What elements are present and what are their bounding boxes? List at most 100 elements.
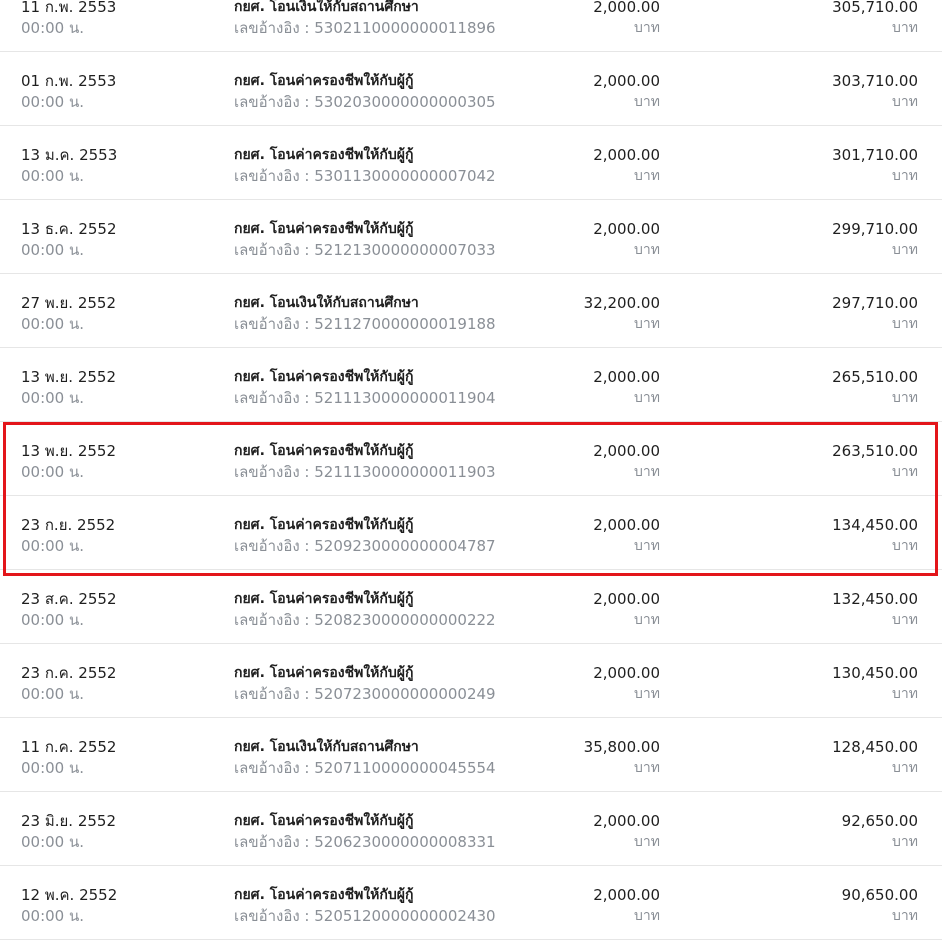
transaction-row[interactable]: 11 ก.ค. 2552 00:00 น. กยศ. โอนเงินให้กับ…: [0, 718, 942, 792]
transaction-description: กยศ. โอนเงินให้กับสถานศึกษา: [234, 0, 419, 15]
transaction-reference: เลขอ้างอิง : 5302110000000011896: [234, 19, 496, 37]
transaction-reference: เลขอ้างอิง : 5302030000000000305: [234, 93, 496, 111]
transaction-time: 00:00 น.: [21, 315, 85, 333]
transaction-balance-unit: บาท: [892, 834, 918, 850]
transaction-reference: เลขอ้างอิง : 5211270000000019188: [234, 315, 496, 333]
transaction-balance: 134,450.00: [832, 516, 918, 534]
transaction-row[interactable]: 11 ก.พ. 2553 00:00 น. กยศ. โอนเงินให้กับ…: [0, 0, 942, 52]
transaction-amount-unit: บาท: [634, 94, 660, 110]
transaction-date: 13 ม.ค. 2553: [21, 146, 118, 164]
transaction-description: กยศ. โอนค่าครองชีพให้กับผู้กู้: [234, 591, 414, 607]
transaction-amount-unit: บาท: [634, 316, 660, 332]
transaction-description: กยศ. โอนค่าครองชีพให้กับผู้กู้: [234, 369, 414, 385]
transaction-description: กยศ. โอนค่าครองชีพให้กับผู้กู้: [234, 147, 414, 163]
transaction-date: 12 พ.ค. 2552: [21, 886, 118, 904]
transaction-description: กยศ. โอนค่าครองชีพให้กับผู้กู้: [234, 813, 414, 829]
transaction-balance: 263,510.00: [832, 442, 918, 460]
transaction-reference: เลขอ้างอิง : 5207230000000000249: [234, 685, 496, 703]
transaction-row[interactable]: 13 ธ.ค. 2552 00:00 น. กยศ. โอนค่าครองชีพ…: [0, 200, 942, 274]
transaction-time: 00:00 น.: [21, 611, 85, 629]
transaction-description: กยศ. โอนค่าครองชีพให้กับผู้กู้: [234, 887, 414, 903]
transaction-balance-unit: บาท: [892, 538, 918, 554]
transaction-amount-unit: บาท: [634, 834, 660, 850]
transaction-amount-unit: บาท: [634, 686, 660, 702]
transaction-balance-unit: บาท: [892, 168, 918, 184]
transaction-amount: 32,200.00: [583, 294, 660, 312]
transaction-time: 00:00 น.: [21, 463, 85, 481]
transaction-list: 11 ก.พ. 2553 00:00 น. กยศ. โอนเงินให้กับ…: [0, 0, 942, 940]
transaction-date: 13 พ.ย. 2552: [21, 368, 117, 386]
transaction-amount-unit: บาท: [634, 242, 660, 258]
transaction-balance-unit: บาท: [892, 686, 918, 702]
transaction-balance: 128,450.00: [832, 738, 918, 756]
transaction-amount: 2,000.00: [593, 146, 660, 164]
transaction-time: 00:00 น.: [21, 759, 85, 777]
transaction-row[interactable]: 13 ม.ค. 2553 00:00 น. กยศ. โอนค่าครองชีพ…: [0, 126, 942, 200]
transaction-description: กยศ. โอนเงินให้กับสถานศึกษา: [234, 295, 419, 311]
transaction-description: กยศ. โอนค่าครองชีพให้กับผู้กู้: [234, 517, 414, 533]
transaction-date: 13 ธ.ค. 2552: [21, 220, 117, 238]
transaction-date: 13 พ.ย. 2552: [21, 442, 117, 460]
transaction-date: 23 มิ.ย. 2552: [21, 812, 117, 830]
transaction-time: 00:00 น.: [21, 241, 85, 259]
transaction-balance: 303,710.00: [832, 72, 918, 90]
transaction-date: 11 ก.ค. 2552: [21, 738, 117, 756]
transaction-row[interactable]: 27 พ.ย. 2552 00:00 น. กยศ. โอนเงินให้กับ…: [0, 274, 942, 348]
transaction-amount: 2,000.00: [593, 0, 660, 16]
transaction-description: กยศ. โอนค่าครองชีพให้กับผู้กู้: [234, 73, 414, 89]
transaction-amount-unit: บาท: [634, 538, 660, 554]
transaction-reference: เลขอ้างอิง : 5212130000000007033: [234, 241, 496, 259]
transaction-amount: 2,000.00: [593, 516, 660, 534]
transaction-reference: เลขอ้างอิง : 5209230000000004787: [234, 537, 496, 555]
transaction-reference: เลขอ้างอิง : 5211130000000011903: [234, 463, 496, 481]
transaction-row[interactable]: 23 ก.ค. 2552 00:00 น. กยศ. โอนค่าครองชีพ…: [0, 644, 942, 718]
transaction-row[interactable]: 23 ก.ย. 2552 00:00 น. กยศ. โอนค่าครองชีพ…: [0, 496, 942, 570]
transaction-balance-unit: บาท: [892, 20, 918, 36]
transaction-balance: 265,510.00: [832, 368, 918, 386]
transaction-amount: 2,000.00: [593, 812, 660, 830]
transaction-amount-unit: บาท: [634, 464, 660, 480]
transaction-time: 00:00 น.: [21, 93, 85, 111]
transaction-date: 23 ก.ค. 2552: [21, 664, 117, 682]
transaction-amount-unit: บาท: [634, 20, 660, 36]
transaction-balance-unit: บาท: [892, 464, 918, 480]
transaction-row[interactable]: 13 พ.ย. 2552 00:00 น. กยศ. โอนค่าครองชีพ…: [0, 348, 942, 422]
transaction-time: 00:00 น.: [21, 167, 85, 185]
transaction-row[interactable]: 13 พ.ย. 2552 00:00 น. กยศ. โอนค่าครองชีพ…: [0, 422, 942, 496]
transaction-balance: 92,650.00: [841, 812, 918, 830]
transaction-description: กยศ. โอนค่าครองชีพให้กับผู้กู้: [234, 443, 414, 459]
transaction-time: 00:00 น.: [21, 389, 85, 407]
transaction-amount: 2,000.00: [593, 664, 660, 682]
transaction-amount: 2,000.00: [593, 72, 660, 90]
transaction-amount-unit: บาท: [634, 908, 660, 924]
transaction-reference: เลขอ้างอิง : 5206230000000008331: [234, 833, 496, 851]
transaction-row[interactable]: 01 ก.พ. 2553 00:00 น. กยศ. โอนค่าครองชีพ…: [0, 52, 942, 126]
transaction-amount: 35,800.00: [583, 738, 660, 756]
transaction-amount: 2,000.00: [593, 368, 660, 386]
transaction-balance: 297,710.00: [832, 294, 918, 312]
transaction-balance: 132,450.00: [832, 590, 918, 608]
transaction-balance: 301,710.00: [832, 146, 918, 164]
transaction-amount-unit: บาท: [634, 168, 660, 184]
transaction-amount: 2,000.00: [593, 220, 660, 238]
transaction-time: 00:00 น.: [21, 19, 85, 37]
transaction-balance-unit: บาท: [892, 316, 918, 332]
transaction-balance-unit: บาท: [892, 908, 918, 924]
transaction-row[interactable]: 12 พ.ค. 2552 00:00 น. กยศ. โอนค่าครองชีพ…: [0, 866, 942, 940]
transaction-balance: 130,450.00: [832, 664, 918, 682]
transaction-description: กยศ. โอนเงินให้กับสถานศึกษา: [234, 739, 419, 755]
transaction-date: 23 ก.ย. 2552: [21, 516, 116, 534]
transaction-row[interactable]: 23 มิ.ย. 2552 00:00 น. กยศ. โอนค่าครองชี…: [0, 792, 942, 866]
transaction-amount-unit: บาท: [634, 390, 660, 406]
transaction-row[interactable]: 23 ส.ค. 2552 00:00 น. กยศ. โอนค่าครองชีพ…: [0, 570, 942, 644]
transaction-balance-unit: บาท: [892, 94, 918, 110]
transaction-balance: 90,650.00: [841, 886, 918, 904]
transaction-amount-unit: บาท: [634, 612, 660, 628]
transaction-balance-unit: บาท: [892, 760, 918, 776]
transaction-date: 11 ก.พ. 2553: [21, 0, 117, 16]
transaction-amount: 2,000.00: [593, 886, 660, 904]
transaction-time: 00:00 น.: [21, 685, 85, 703]
transaction-date: 23 ส.ค. 2552: [21, 590, 117, 608]
transaction-date: 01 ก.พ. 2553: [21, 72, 117, 90]
transaction-reference: เลขอ้างอิง : 5301130000000007042: [234, 167, 496, 185]
